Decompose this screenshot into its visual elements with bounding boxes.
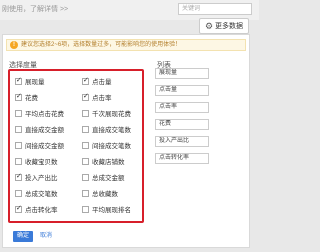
option-label: 展现量 xyxy=(25,79,45,86)
option-roi[interactable]: 投入产出比 xyxy=(15,172,58,182)
option-clicks[interactable]: 点击量 xyxy=(82,76,112,86)
top-bar: 刚使用，了解详情 >> 关键词 xyxy=(0,0,259,20)
metric-selector-panel: ! 建议您选择2~6项，选择数量过多，可能影响您的使用体验！ 选择度量 列表 展… xyxy=(2,34,250,248)
checkbox[interactable] xyxy=(82,109,89,117)
option-label: 总收藏数 xyxy=(92,191,118,198)
option-ctr[interactable]: 点击率 xyxy=(82,92,112,102)
option-label: 总成交金额 xyxy=(92,175,125,182)
list-item[interactable]: 点击转化率 xyxy=(155,153,209,164)
list-item[interactable]: 投入产出比 xyxy=(155,136,209,147)
selected-metrics-list: 展现量 点击量 点击率 花费 投入产出比 点击转化率 xyxy=(155,68,209,170)
checkbox[interactable] xyxy=(82,173,89,181)
checkbox[interactable] xyxy=(15,204,22,213)
checkbox[interactable] xyxy=(82,157,89,165)
option-conversion-rate[interactable]: 点击转化率 xyxy=(15,204,58,214)
option-shop-favorites[interactable]: 收藏店铺数 xyxy=(82,156,125,166)
more-data-label: 更多数据 xyxy=(215,23,244,30)
list-item[interactable]: 花费 xyxy=(155,119,209,130)
option-label: 平均展现排名 xyxy=(92,207,131,214)
option-label: 点击转化率 xyxy=(25,207,58,214)
checkbox[interactable] xyxy=(15,172,22,181)
checkbox[interactable] xyxy=(15,189,22,197)
option-label: 投入产出比 xyxy=(25,175,58,182)
option-total-gmv[interactable]: 总成交金额 xyxy=(82,172,125,182)
option-indirect-gmv[interactable]: 间接成交金额 xyxy=(15,140,64,150)
option-label: 点击量 xyxy=(92,79,112,86)
option-label: 千次展现花费 xyxy=(92,111,131,118)
checkbox[interactable] xyxy=(82,189,89,197)
option-label: 收藏宝贝数 xyxy=(25,159,58,166)
option-indirect-orders[interactable]: 间接成交笔数 xyxy=(82,140,131,150)
checkbox[interactable] xyxy=(82,141,89,149)
option-label: 平均点击花费 xyxy=(25,111,64,118)
cancel-button[interactable]: 取消 xyxy=(40,231,52,242)
checkbox[interactable] xyxy=(15,157,22,165)
option-total-orders[interactable]: 总成交笔数 xyxy=(15,188,58,198)
option-impressions[interactable]: 展现量 xyxy=(15,76,45,86)
checkbox[interactable] xyxy=(82,76,89,85)
info-icon: ! xyxy=(10,41,18,49)
option-cost[interactable]: 花费 xyxy=(15,92,38,102)
option-label: 花费 xyxy=(25,95,38,102)
option-avg-rank[interactable]: 平均展现排名 xyxy=(82,204,131,214)
checkbox[interactable] xyxy=(15,109,22,117)
list-item[interactable]: 展现量 xyxy=(155,68,209,79)
option-total-favorites[interactable]: 总收藏数 xyxy=(82,188,118,198)
option-label: 间接成交金额 xyxy=(25,143,64,150)
option-label: 直接成交笔数 xyxy=(92,127,131,134)
keyword-search-input[interactable]: 关键词 xyxy=(178,3,252,15)
option-cpm[interactable]: 千次展现花费 xyxy=(82,108,131,118)
list-item[interactable]: 点击率 xyxy=(155,102,209,113)
notice-text: 建议您选择2~6项，选择数量过多，可能影响您的使用体验！ xyxy=(21,42,182,48)
option-label: 点击率 xyxy=(92,95,112,102)
option-avg-cpc[interactable]: 平均点击花费 xyxy=(15,108,64,118)
option-direct-orders[interactable]: 直接成交笔数 xyxy=(82,124,131,134)
more-data-button[interactable]: ⚙ 更多数据 xyxy=(199,18,249,34)
list-item[interactable]: 点击量 xyxy=(155,85,209,96)
checkbox[interactable] xyxy=(15,125,22,133)
top-hint-text[interactable]: 刚使用，了解详情 >> xyxy=(2,4,68,14)
checkbox[interactable] xyxy=(82,205,89,213)
confirm-button[interactable]: 确定 xyxy=(13,231,33,242)
option-label: 收藏店铺数 xyxy=(92,159,125,166)
checkbox[interactable] xyxy=(15,141,22,149)
checkbox[interactable] xyxy=(15,92,22,101)
checkbox[interactable] xyxy=(82,125,89,133)
checkbox[interactable] xyxy=(82,92,89,101)
option-label: 直接成交金额 xyxy=(25,127,64,134)
checkbox[interactable] xyxy=(15,76,22,85)
gear-icon: ⚙ xyxy=(204,20,214,31)
notice-bar: ! 建议您选择2~6项，选择数量过多，可能影响您的使用体验！ xyxy=(6,39,246,51)
option-item-favorites[interactable]: 收藏宝贝数 xyxy=(15,156,58,166)
option-direct-gmv[interactable]: 直接成交金额 xyxy=(15,124,64,134)
option-label: 间接成交笔数 xyxy=(92,143,131,150)
option-label: 总成交笔数 xyxy=(25,191,58,198)
metric-options-box: 展现量 点击量 花费 点击率 平均点击花费 千次展现花费 直接成交金额 直接成交… xyxy=(8,69,144,223)
